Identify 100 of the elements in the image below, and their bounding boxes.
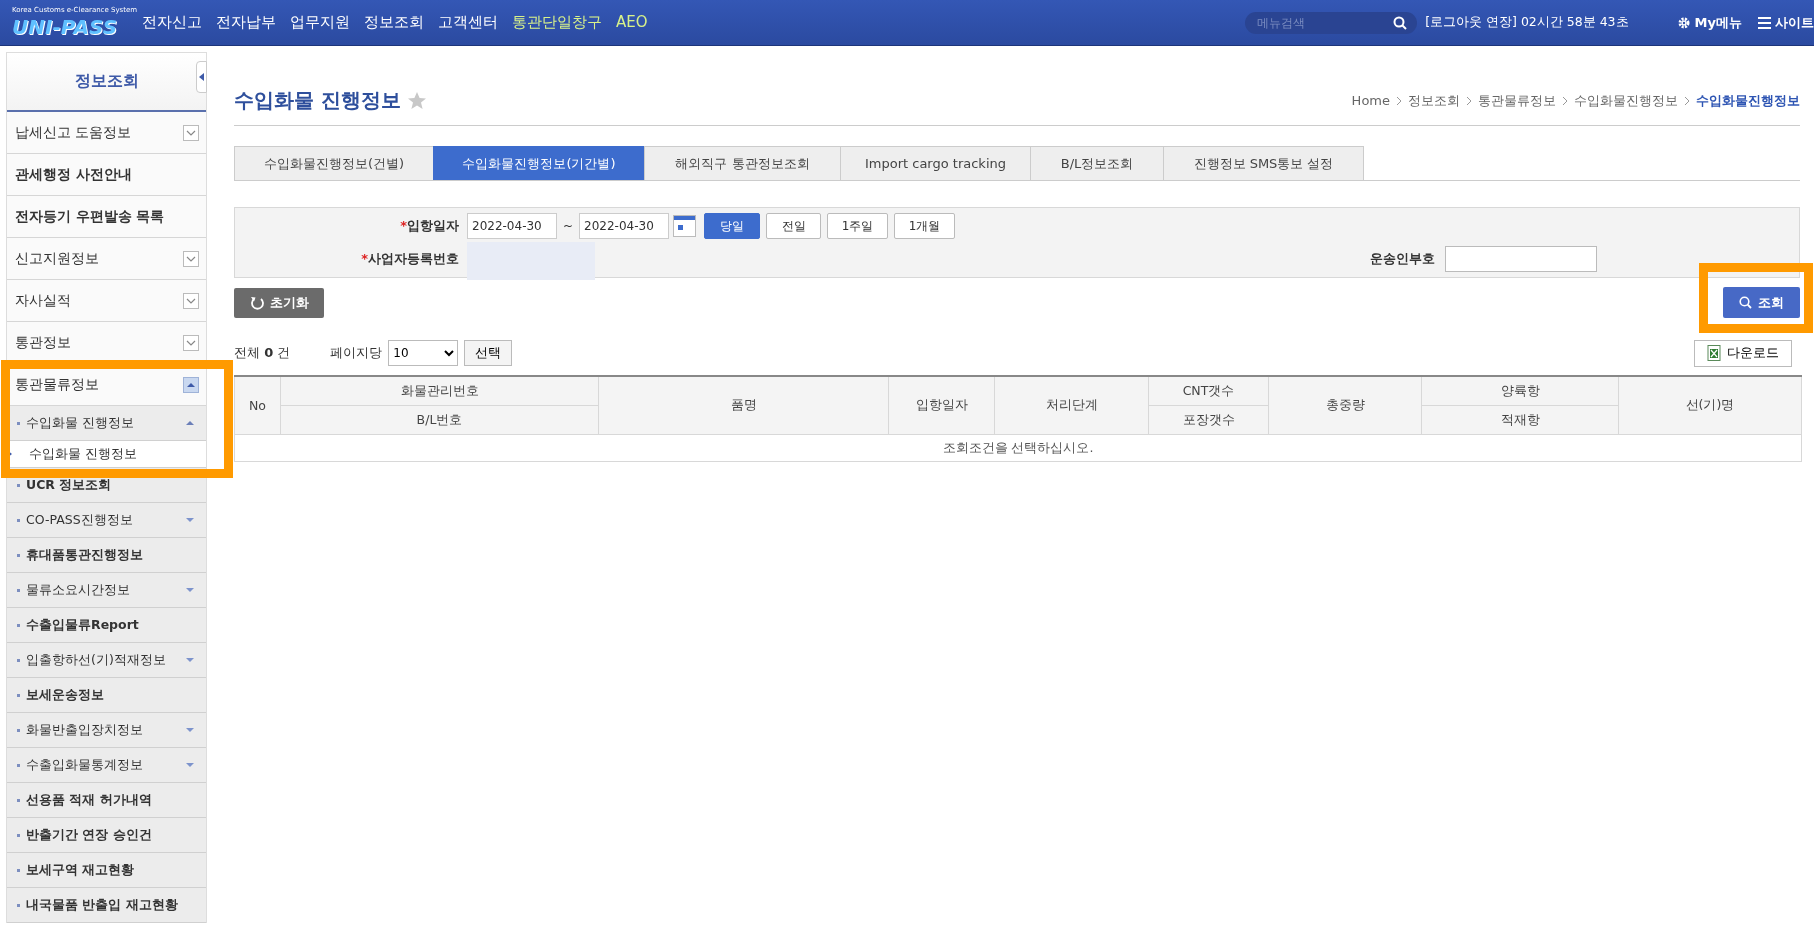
expand-toggle[interactable] [183, 334, 199, 351]
sidebar-subitem[interactable]: 휴대품통관진행정보 [7, 538, 206, 573]
expand-toggle[interactable] [183, 292, 199, 309]
subitem-label: 보세구역 재고현황 [26, 861, 135, 879]
bullet-icon [17, 623, 20, 627]
subitem-label: UCR 정보조회 [26, 476, 112, 494]
tab[interactable]: 진행정보 SMS통보 설정 [1163, 146, 1364, 180]
my-menu-link[interactable]: My메뉴 [1676, 13, 1742, 32]
sidebar-subitem[interactable]: 보세운송정보 [7, 678, 206, 713]
bullet-icon [17, 588, 20, 592]
search-button[interactable]: 조회 [1723, 287, 1800, 318]
subitem-label: 보세운송정보 [26, 686, 104, 704]
sidebar-subitem[interactable]: 입출항하선(기)적재정보 [7, 643, 206, 678]
column-header: 포장갯수 [1148, 405, 1269, 435]
subitem-label: 내국물품 반출입 재고현황 [26, 896, 178, 914]
nav-link[interactable]: 통관단일창구 [512, 13, 602, 32]
nav-link[interactable]: 고객센터 [438, 13, 498, 32]
gear-icon [1676, 15, 1691, 30]
bullet-icon [17, 833, 20, 837]
subitem-label: 반출기간 연장 승인건 [26, 826, 152, 844]
subitem-label: 화물반출입장치정보 [26, 721, 143, 739]
session-timer[interactable]: [로그아웃 연장] 02시간 58분 43초 [1425, 14, 1629, 31]
expand-toggle[interactable] [183, 250, 199, 267]
empty-message: 조회조건을 선택하십시오. [234, 434, 1802, 462]
calendar-icon[interactable] [673, 215, 697, 237]
breadcrumb-link[interactable]: 정보조회 [1408, 91, 1460, 110]
column-header: 화물관리번호 [280, 376, 599, 406]
sidebar-subitem[interactable]: 반출기간 연장 승인건 [7, 818, 206, 853]
subitem-label: 휴대품통관진행정보 [26, 546, 143, 564]
tab[interactable]: 수입화물진행정보(기간별) [433, 146, 645, 180]
bullet-icon [17, 868, 20, 872]
sidebar-subitem[interactable]: 수출입물류Report [7, 608, 206, 643]
date-field[interactable]: 2022-04-30 [579, 213, 670, 239]
menu-icon [1758, 15, 1771, 30]
column-header: CNT갯수 [1148, 376, 1269, 406]
tab[interactable]: 수입화물진행정보(건별) [234, 146, 434, 180]
download-button[interactable]: 다운로드 [1694, 339, 1792, 367]
breadcrumb-link[interactable]: 수입화물진행정보 [1696, 91, 1800, 110]
column-header: 처리단계 [994, 376, 1149, 435]
result-count: 전체 0 건 [234, 344, 291, 362]
menu-search-field[interactable]: 메뉴검색 [1245, 11, 1418, 34]
sidebar-subitem[interactable]: 물류소요시간정보 [7, 573, 206, 608]
period-button[interactable]: 1주일 [827, 213, 889, 239]
input-field[interactable] [1445, 246, 1597, 272]
nav-link[interactable]: AEO [616, 13, 648, 32]
expand-toggle[interactable] [183, 376, 199, 393]
spreadsheet-icon [1707, 345, 1721, 361]
period-button[interactable]: 당일 [704, 213, 761, 239]
breadcrumb-link[interactable]: 수입화물진행정보 [1574, 91, 1678, 110]
column-header: No [234, 376, 281, 435]
nav-link[interactable]: 전자납부 [216, 13, 276, 32]
chevron-icon [1684, 95, 1690, 106]
subitem-label: CO-PASS진행정보 [26, 511, 133, 529]
bullet-icon [17, 421, 20, 425]
page-size-dropdown[interactable]: 10 [388, 340, 459, 366]
bullet-icon [17, 763, 20, 767]
reset-button[interactable]: 초기화 [234, 287, 324, 318]
subitem-label: 물류소요시간정보 [26, 581, 130, 599]
sidebar-title: 정보조회 [74, 71, 139, 92]
tab[interactable]: B/L정보조회 [1030, 146, 1164, 180]
breadcrumb-link[interactable]: 통관물류정보 [1478, 91, 1556, 110]
logo[interactable]: UNI-PASS [12, 15, 118, 39]
period-button[interactable]: 1개월 [894, 213, 956, 239]
column-header: 양륙항 [1421, 376, 1619, 406]
sidebar-subitem[interactable]: 선용품 적재 허가내역 [7, 783, 206, 818]
column-header: B/L번호 [280, 405, 599, 435]
sidebar-subitem[interactable]: 화물반출입장치정보 [7, 713, 206, 748]
field-label: *입항일자 [399, 217, 460, 235]
tab[interactable]: 해외직구 통관정보조회 [644, 146, 841, 180]
caret-icon [199, 73, 204, 81]
nav-link[interactable]: 전자신고 [142, 13, 202, 32]
column-header: 적재항 [1421, 405, 1619, 435]
period-button[interactable]: 전일 [766, 213, 822, 239]
bullet-icon [17, 693, 20, 697]
range-separator: ~ [563, 219, 574, 233]
sidebar-subitem[interactable]: CO-PASS진행정보 [7, 503, 206, 538]
bullet-icon [17, 518, 20, 522]
sidebar-subitem[interactable]: 보세구역 재고현황 [7, 853, 206, 888]
expand-toggle[interactable] [183, 124, 199, 141]
chevron-down-icon [186, 128, 196, 137]
tab[interactable]: Import cargo tracking [840, 146, 1031, 180]
sidebar-subitem[interactable]: 내국물품 반출입 재고현황 [7, 888, 206, 923]
sidebar-subitem[interactable]: 수출입화물통계정보 [7, 748, 206, 783]
date-field[interactable]: 2022-04-30 [467, 213, 557, 239]
chevron-icon [1466, 95, 1472, 106]
chevron-icon [1396, 95, 1402, 106]
breadcrumb-link[interactable]: Home [1351, 93, 1390, 108]
search-icon [1393, 15, 1408, 30]
bullet-icon [17, 483, 20, 487]
nav-link[interactable]: 업무지원 [290, 13, 350, 32]
sidebar-subitem[interactable]: 수입화물 진행정보 [7, 406, 206, 441]
apply-button[interactable]: 선택 [464, 340, 513, 366]
collapse-button[interactable] [196, 61, 207, 93]
nav-link[interactable]: 정보조회 [364, 13, 424, 32]
column-header: 총중량 [1268, 376, 1422, 435]
chevron-icon [1562, 95, 1568, 106]
subitem-label: 수출입물류Report [26, 616, 139, 634]
field-label: *사업자등록번호 [360, 250, 460, 268]
sitemap-link[interactable]: 사이트 [1758, 13, 1814, 32]
field-label: 운송인부호 [1370, 250, 1435, 268]
